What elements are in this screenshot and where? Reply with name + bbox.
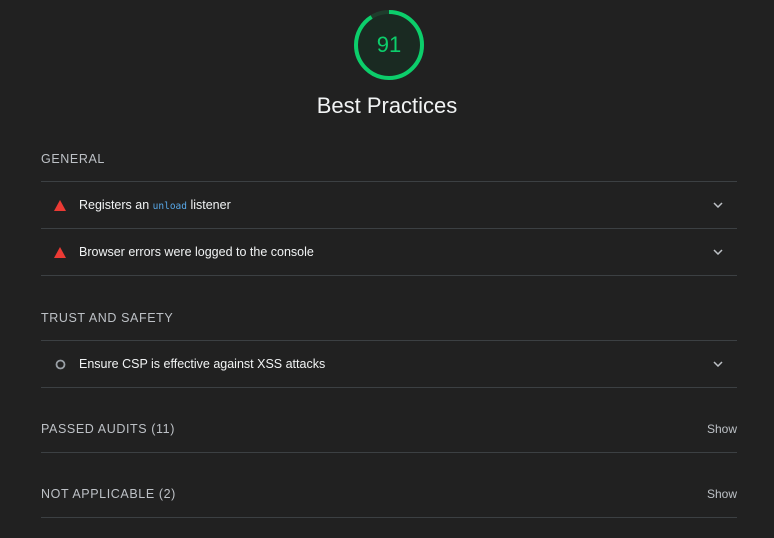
triangle-warning-icon xyxy=(53,245,67,259)
best-practices-report: 91 Best Practices GENERAL Registers an u… xyxy=(0,0,774,538)
passed-audits-row[interactable]: PASSED AUDITS (11) Show xyxy=(41,419,737,439)
divider xyxy=(41,275,737,276)
chevron-down-icon[interactable] xyxy=(711,198,725,212)
divider xyxy=(41,387,737,388)
audit-code: unload xyxy=(152,201,187,212)
group-title-trust-safety: TRUST AND SAFETY xyxy=(41,311,174,325)
audit-unload-listener[interactable]: Registers an unload listener xyxy=(41,182,737,228)
audit-browser-errors[interactable]: Browser errors were logged to the consol… xyxy=(41,229,737,275)
show-not-applicable-button[interactable]: Show xyxy=(707,487,737,501)
divider xyxy=(41,452,737,453)
show-passed-button[interactable]: Show xyxy=(707,422,737,436)
group-title-general: GENERAL xyxy=(41,152,105,166)
divider xyxy=(41,517,737,518)
score-gauge: 91 xyxy=(352,8,426,82)
category-title: Best Practices xyxy=(316,93,458,118)
passed-audits-label: PASSED AUDITS (11) xyxy=(41,422,175,436)
chevron-down-icon[interactable] xyxy=(711,357,725,371)
audit-csp-xss[interactable]: Ensure CSP is effective against XSS atta… xyxy=(41,341,737,387)
not-applicable-label: NOT APPLICABLE (2) xyxy=(41,487,176,501)
triangle-warning-icon xyxy=(53,198,67,212)
audit-title: Registers an unload listener xyxy=(79,198,231,212)
audit-title: Browser errors were logged to the consol… xyxy=(79,245,314,259)
audit-title: Ensure CSP is effective against XSS atta… xyxy=(79,357,326,371)
not-applicable-row[interactable]: NOT APPLICABLE (2) Show xyxy=(41,484,737,504)
score-value: 91 xyxy=(376,32,402,57)
chevron-down-icon[interactable] xyxy=(711,245,725,259)
circle-outline-icon xyxy=(53,357,67,371)
